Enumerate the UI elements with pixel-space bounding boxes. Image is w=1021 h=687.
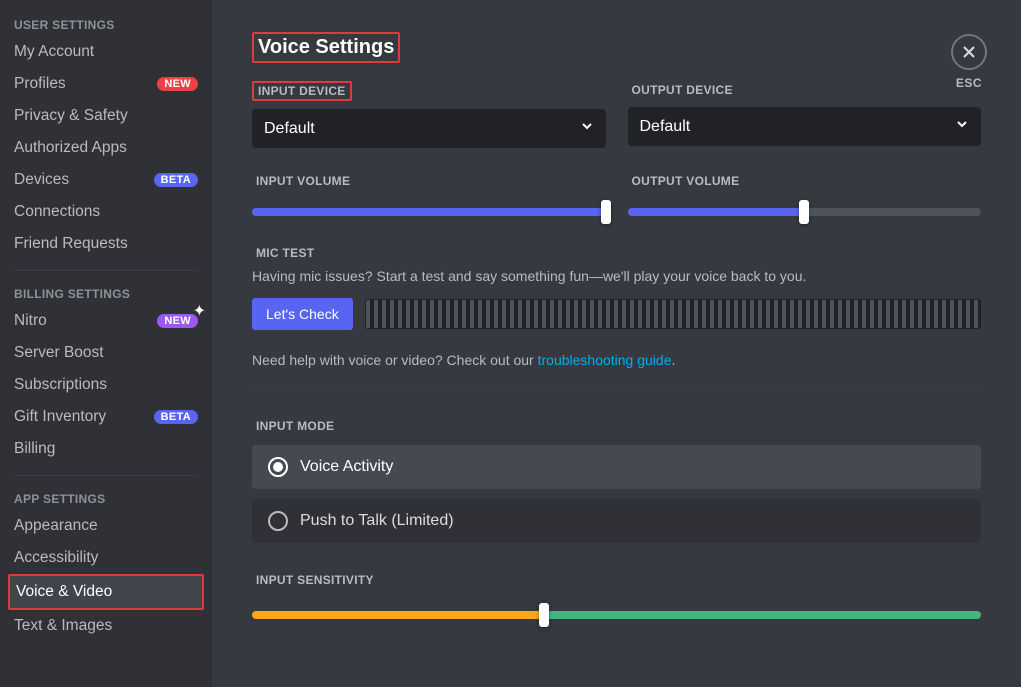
sidebar-header-user: USER SETTINGS [8, 12, 204, 36]
sidebar-item-nitro[interactable]: Nitro NEW ✦ [8, 305, 204, 337]
mic-level-meter [365, 299, 981, 329]
label-input-volume: INPUT VOLUME [252, 173, 354, 189]
slider-thumb[interactable] [601, 200, 611, 224]
slider-input-volume[interactable] [252, 208, 606, 216]
sidebar-item-profiles[interactable]: ProfilesNEW [8, 68, 204, 100]
label-input-mode: INPUT MODE [252, 418, 338, 434]
sidebar-item-devices[interactable]: DevicesBETA [8, 164, 204, 196]
sidebar-item-subscriptions[interactable]: Subscriptions [8, 369, 204, 401]
radio-label: Voice Activity [300, 458, 393, 476]
lets-check-button[interactable]: Let's Check [252, 298, 353, 330]
sidebar: USER SETTINGS My Account ProfilesNEW Pri… [0, 0, 212, 687]
radio-label: Push to Talk (Limited) [300, 512, 454, 530]
radio-icon [268, 511, 288, 531]
slider-thumb[interactable] [539, 603, 549, 627]
badge-beta: BETA [154, 173, 198, 187]
close-button[interactable]: ESC [951, 34, 987, 90]
sidebar-item-my-account[interactable]: My Account [8, 36, 204, 68]
content-region: ESC Voice Settings INPUT DEVICE Default … [212, 0, 1021, 687]
slider-input-sensitivity[interactable] [252, 611, 981, 619]
sidebar-item-text-images[interactable]: Text & Images [8, 610, 204, 642]
select-output-device[interactable]: Default [628, 107, 982, 146]
label-input-device: INPUT DEVICE [252, 81, 352, 101]
esc-label: ESC [956, 76, 982, 90]
slider-thumb[interactable] [799, 200, 809, 224]
chevron-down-icon [955, 117, 969, 136]
select-input-device[interactable]: Default [252, 109, 606, 148]
badge-beta: BETA [154, 410, 198, 424]
page-title: Voice Settings [252, 32, 400, 63]
select-value: Default [640, 118, 691, 136]
chevron-down-icon [580, 119, 594, 138]
mic-test-description: Having mic issues? Start a test and say … [252, 268, 981, 284]
radio-icon [268, 457, 288, 477]
sparkle-icon: ✦ [193, 301, 206, 321]
slider-output-volume[interactable] [628, 208, 982, 216]
select-value: Default [264, 120, 315, 138]
sidebar-item-appearance[interactable]: Appearance [8, 510, 204, 542]
sidebar-header-app: APP SETTINGS [8, 486, 204, 510]
sidebar-header-billing: BILLING SETTINGS [8, 281, 204, 305]
divider [14, 475, 198, 476]
sidebar-item-authorized-apps[interactable]: Authorized Apps [8, 132, 204, 164]
label-output-volume: OUTPUT VOLUME [628, 173, 744, 189]
sidebar-item-connections[interactable]: Connections [8, 196, 204, 228]
sidebar-item-privacy-safety[interactable]: Privacy & Safety [8, 100, 204, 132]
label-output-device: OUTPUT DEVICE [628, 82, 737, 98]
help-text: Need help with voice or video? Check out… [252, 352, 981, 368]
divider [252, 390, 981, 391]
sidebar-item-friend-requests[interactable]: Friend Requests [8, 228, 204, 260]
divider [14, 270, 198, 271]
sidebar-item-voice-video[interactable]: Voice & Video [8, 574, 204, 610]
sidebar-item-gift-inventory[interactable]: Gift InventoryBETA [8, 401, 204, 433]
radio-push-to-talk[interactable]: Push to Talk (Limited) [252, 499, 981, 543]
troubleshooting-link[interactable]: troubleshooting guide [538, 352, 672, 368]
close-icon [951, 34, 987, 70]
sidebar-item-accessibility[interactable]: Accessibility [8, 542, 204, 574]
label-mic-test: MIC TEST [252, 245, 318, 261]
sidebar-item-billing[interactable]: Billing [8, 433, 204, 465]
badge-new: NEW [157, 77, 198, 91]
label-input-sensitivity: INPUT SENSITIVITY [252, 572, 378, 588]
radio-voice-activity[interactable]: Voice Activity [252, 445, 981, 489]
sidebar-item-server-boost[interactable]: Server Boost [8, 337, 204, 369]
